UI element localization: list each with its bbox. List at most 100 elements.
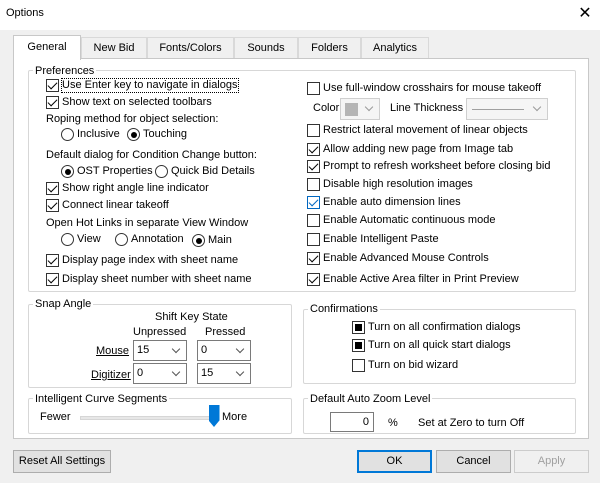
all-quick-start-checkbox[interactable] <box>352 339 365 352</box>
quick-bid-details-radio[interactable] <box>155 165 168 178</box>
color-label: Color <box>313 102 340 114</box>
preferences-label: Preferences <box>33 65 97 77</box>
title-bar <box>0 0 600 30</box>
hotlinks-annotation-radio[interactable] <box>115 233 128 246</box>
ok-button[interactable]: OK <box>357 450 432 473</box>
chevron-down-icon <box>364 102 374 112</box>
restrict-lateral-label: Restrict lateral movement of linear obje… <box>323 124 528 136</box>
enable-intelligent-paste-checkbox[interactable] <box>307 233 320 246</box>
roping-inclusive-radio[interactable] <box>61 128 74 141</box>
mouse-unpressed-combo[interactable]: 15 <box>133 340 187 361</box>
display-sheet-number-label: Display sheet number with sheet name <box>62 273 252 285</box>
ost-properties-label: OST Properties <box>77 165 153 177</box>
tab-new-bid[interactable]: New Bid <box>81 37 147 58</box>
line-thickness-label: Line Thickness <box>390 102 464 114</box>
display-sheet-number-checkbox[interactable] <box>46 273 59 286</box>
digitizer-unpressed-value: 0 <box>137 367 144 379</box>
tab-folders[interactable]: Folders <box>298 37 361 58</box>
pressed-label: Pressed <box>205 326 246 338</box>
all-confirmation-label: Turn on all confirmation dialogs <box>368 321 521 333</box>
restrict-lateral-checkbox[interactable] <box>307 124 320 137</box>
enable-auto-continuous-label: Enable Automatic continuous mode <box>323 214 496 226</box>
auto-zoom-value: 0 <box>362 416 369 428</box>
allow-adding-page-checkbox[interactable] <box>307 143 320 156</box>
intelligent-curve-label: Intelligent Curve Segments <box>33 393 170 405</box>
roping-method-label: Roping method for object selection: <box>46 113 219 125</box>
chevron-down-icon <box>235 344 245 354</box>
chevron-down-icon <box>171 367 181 377</box>
line-sample <box>472 109 524 110</box>
roping-touching-radio[interactable] <box>127 128 140 141</box>
hotlinks-view-radio[interactable] <box>61 233 74 246</box>
enable-auto-dimension-checkbox[interactable] <box>307 196 320 209</box>
unpressed-label: Unpressed <box>133 326 187 338</box>
cancel-button[interactable]: Cancel <box>436 450 511 473</box>
mouse-label: Mouse <box>96 345 130 357</box>
curve-slider-track[interactable] <box>80 416 214 420</box>
digitizer-label: Digitizer <box>91 369 131 381</box>
line-thickness-combo[interactable] <box>466 98 548 120</box>
quick-bid-details-label: Quick Bid Details <box>171 165 255 177</box>
auto-zoom-label: Default Auto Zoom Level <box>308 393 433 405</box>
enable-advanced-mouse-label: Enable Advanced Mouse Controls <box>323 252 489 264</box>
enable-auto-dimension-label: Enable auto dimension lines <box>323 196 461 208</box>
hotlinks-annotation-label: Annotation <box>131 233 184 245</box>
bid-wizard-checkbox[interactable] <box>352 359 365 372</box>
hotlinks-main-radio[interactable] <box>192 234 205 247</box>
tab-sounds[interactable]: Sounds <box>234 37 298 58</box>
disable-high-res-label: Disable high resolution images <box>323 178 473 190</box>
bid-wizard-label: Turn on bid wizard <box>368 359 459 371</box>
auto-zoom-hint: Set at Zero to turn Off <box>418 417 525 429</box>
chevron-down-icon <box>235 367 245 377</box>
use-enter-key-checkbox[interactable] <box>46 79 59 92</box>
mouse-pressed-combo[interactable]: 0 <box>197 340 251 361</box>
use-crosshairs-label: Use full-window crosshairs for mouse tak… <box>323 82 542 94</box>
hotlinks-label: Open Hot Links in separate View Window <box>46 217 249 229</box>
display-page-index-checkbox[interactable] <box>46 254 59 267</box>
roping-inclusive-label: Inclusive <box>77 128 120 140</box>
show-text-toolbars-checkbox[interactable] <box>46 96 59 109</box>
mouse-pressed-value: 0 <box>201 344 208 356</box>
tab-general[interactable]: General <box>13 35 81 60</box>
show-right-angle-label: Show right angle line indicator <box>62 182 209 194</box>
auto-zoom-input[interactable]: 0 <box>330 412 374 432</box>
digitizer-pressed-value: 15 <box>201 367 214 379</box>
auto-zoom-unit: % <box>388 417 398 429</box>
enable-auto-continuous-checkbox[interactable] <box>307 214 320 227</box>
more-label: More <box>222 411 248 423</box>
prompt-refresh-label: Prompt to refresh worksheet before closi… <box>323 160 551 172</box>
hotlinks-main-label: Main <box>208 234 232 246</box>
reset-all-settings-button[interactable]: Reset All Settings <box>13 450 111 473</box>
digitizer-pressed-combo[interactable]: 15 <box>197 363 251 384</box>
ost-properties-radio[interactable] <box>61 165 74 178</box>
close-icon[interactable]: ✕ <box>574 3 596 25</box>
show-right-angle-checkbox[interactable] <box>46 182 59 195</box>
prompt-refresh-checkbox[interactable] <box>307 160 320 173</box>
enable-active-area-label: Enable Active Area filter in Print Previ… <box>323 273 519 285</box>
disable-high-res-checkbox[interactable] <box>307 178 320 191</box>
fewer-label: Fewer <box>40 411 71 423</box>
show-text-toolbars-label: Show text on selected toolbars <box>62 96 212 108</box>
connect-linear-label: Connect linear takeoff <box>62 199 169 211</box>
snap-angle-label: Snap Angle <box>33 298 94 310</box>
default-dialog-label: Default dialog for Condition Change butt… <box>46 149 257 161</box>
apply-button[interactable]: Apply <box>514 450 589 473</box>
use-enter-key-label: Use Enter key to navigate in dialogs <box>61 78 239 93</box>
connect-linear-checkbox[interactable] <box>46 199 59 212</box>
display-page-index-label: Display page index with sheet name <box>62 254 239 266</box>
enable-advanced-mouse-checkbox[interactable] <box>307 252 320 265</box>
use-crosshairs-checkbox[interactable] <box>307 82 320 95</box>
allow-adding-page-label: Allow adding new page from Image tab <box>323 143 514 155</box>
color-combo[interactable] <box>340 98 380 120</box>
tab-fonts-colors[interactable]: Fonts/Colors <box>147 37 234 58</box>
chevron-down-icon <box>532 102 542 112</box>
enable-intelligent-paste-label: Enable Intelligent Paste <box>323 233 439 245</box>
all-quick-start-label: Turn on all quick start dialogs <box>368 339 511 351</box>
window-title: Options <box>6 7 44 19</box>
tab-analytics[interactable]: Analytics <box>361 37 429 58</box>
all-confirmation-checkbox[interactable] <box>352 321 365 334</box>
roping-touching-label: Touching <box>143 128 188 140</box>
enable-active-area-checkbox[interactable] <box>307 273 320 286</box>
chevron-down-icon <box>171 344 181 354</box>
digitizer-unpressed-combo[interactable]: 0 <box>133 363 187 384</box>
